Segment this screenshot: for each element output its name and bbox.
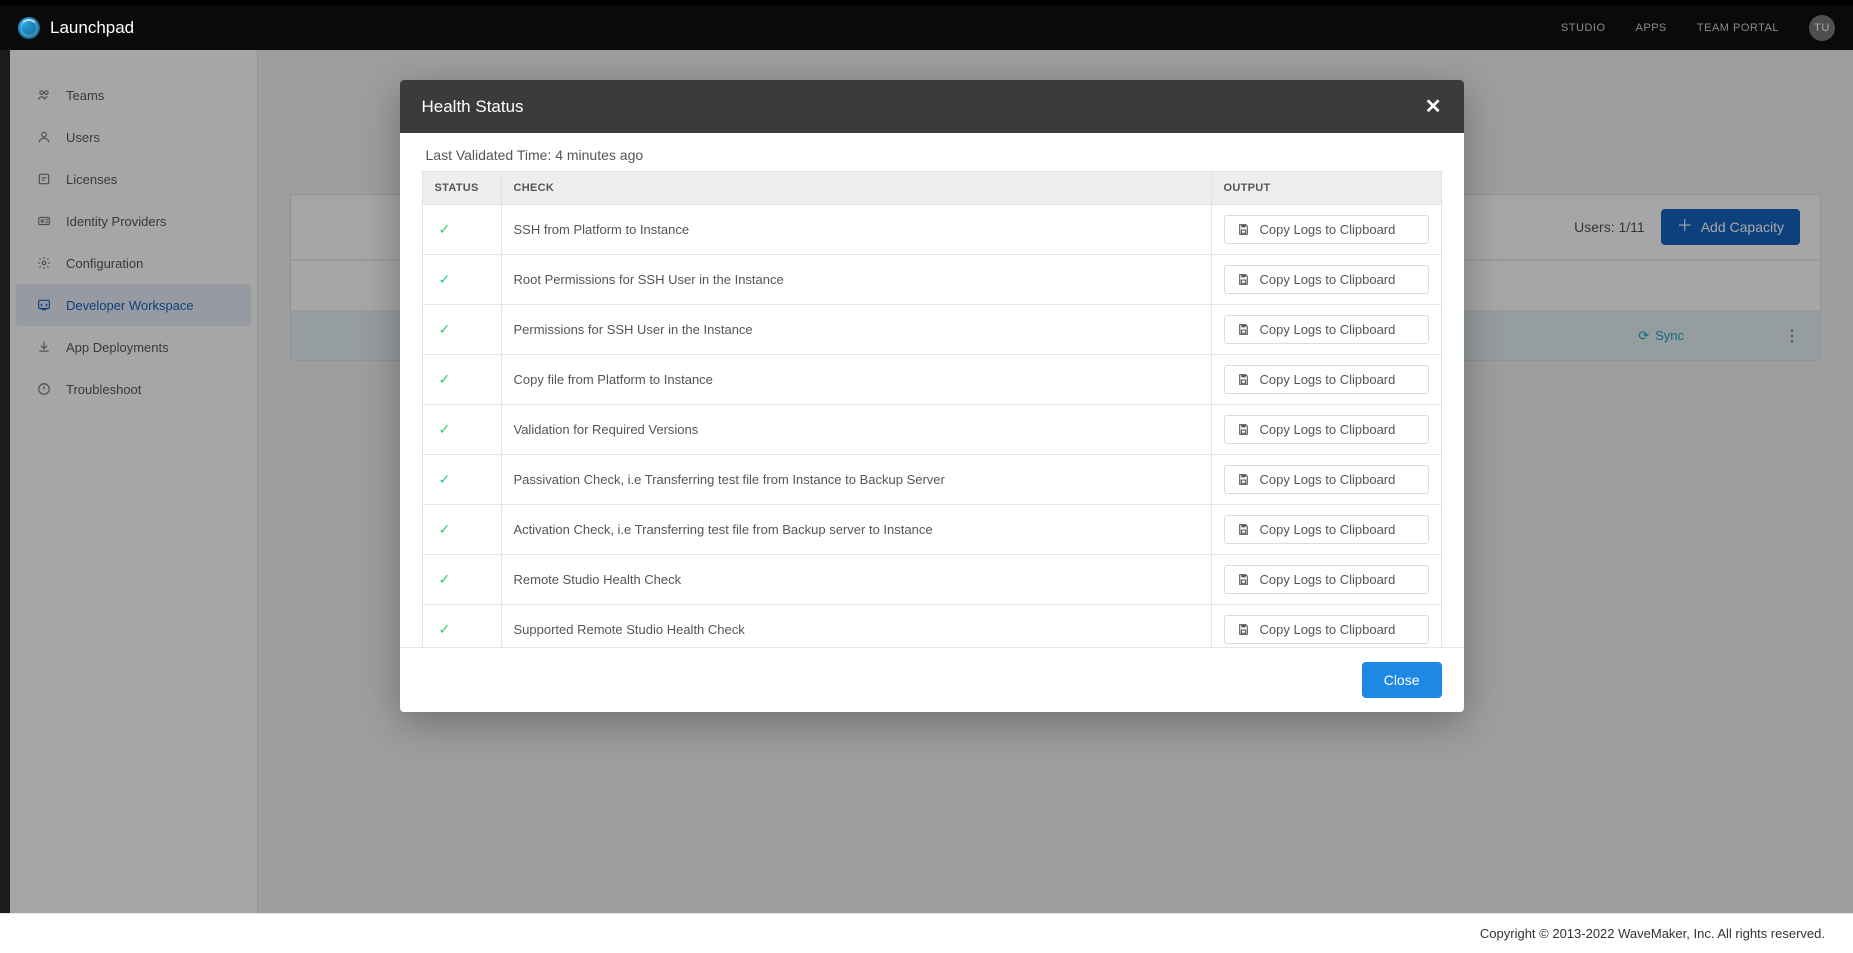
status-cell: ✓ [422,455,502,505]
copy-logs-button[interactable]: Copy Logs to Clipboard [1224,465,1429,494]
copy-logs-button[interactable]: Copy Logs to Clipboard [1224,415,1429,444]
brand-label: Launchpad [50,18,134,38]
topbar-link-apps[interactable]: APPS [1636,22,1667,34]
save-icon [1237,623,1250,636]
check-ok-icon: ✓ [439,621,451,637]
copy-logs-label: Copy Logs to Clipboard [1260,522,1396,537]
check-cell: Validation for Required Versions [502,405,1212,455]
modal-title: Health Status [422,97,1425,117]
modal-overlay[interactable]: Health Status ✕ Last Validated Time: 4 m… [10,50,1853,913]
output-cell: Copy Logs to Clipboard [1212,355,1442,405]
check-ok-icon: ✓ [439,371,451,387]
copyright: Copyright © 2013-2022 WaveMaker, Inc. Al… [1480,926,1825,941]
check-ok-icon: ✓ [439,521,451,537]
save-icon [1237,273,1250,286]
output-cell: Copy Logs to Clipboard [1212,255,1442,305]
status-cell: ✓ [422,305,502,355]
copy-logs-button[interactable]: Copy Logs to Clipboard [1224,315,1429,344]
copy-logs-label: Copy Logs to Clipboard [1260,372,1396,387]
copy-logs-label: Copy Logs to Clipboard [1260,472,1396,487]
table-row: ✓ Copy file from Platform to Instance Copy… [422,355,1442,405]
left-gutter [0,50,10,913]
save-icon [1237,473,1250,486]
status-cell: ✓ [422,205,502,255]
check-cell: Supported Remote Studio Health Check [502,605,1212,647]
table-row: ✓ Activation Check, i.e Transferring test… [422,505,1442,555]
output-cell: Copy Logs to Clipboard [1212,555,1442,605]
status-cell: ✓ [422,605,502,647]
check-ok-icon: ✓ [439,221,451,237]
close-icon[interactable]: ✕ [1425,94,1442,119]
output-cell: Copy Logs to Clipboard [1212,305,1442,355]
copy-logs-button[interactable]: Copy Logs to Clipboard [1224,515,1429,544]
status-cell: ✓ [422,255,502,305]
table-row: ✓ Permissions for SSH User in the Instanc… [422,305,1442,355]
topbar-link-studio[interactable]: STUDIO [1561,22,1606,34]
col-output: OUTPUT [1212,171,1442,205]
check-ok-icon: ✓ [439,271,451,287]
copy-logs-button[interactable]: Copy Logs to Clipboard [1224,615,1429,644]
check-cell: SSH from Platform to Instance [502,205,1212,255]
modal-header: Health Status ✕ [400,80,1464,133]
topbar: Launchpad STUDIO APPS TEAM PORTAL TU [0,5,1853,50]
check-cell: Activation Check, i.e Transferring test … [502,505,1212,555]
copy-logs-button[interactable]: Copy Logs to Clipboard [1224,215,1429,244]
copy-logs-button[interactable]: Copy Logs to Clipboard [1224,265,1429,294]
status-cell: ✓ [422,555,502,605]
col-status: STATUS [422,171,502,205]
check-cell: Root Permissions for SSH User in the Ins… [502,255,1212,305]
health-status-modal: Health Status ✕ Last Validated Time: 4 m… [400,80,1464,712]
copy-logs-button[interactable]: Copy Logs to Clipboard [1224,365,1429,394]
topbar-links: STUDIO APPS TEAM PORTAL TU [1561,15,1835,41]
output-cell: Copy Logs to Clipboard [1212,455,1442,505]
output-cell: Copy Logs to Clipboard [1212,605,1442,647]
save-icon [1237,523,1250,536]
save-icon [1237,423,1250,436]
last-validated-time: Last Validated Time: 4 minutes ago [400,133,1464,171]
close-button[interactable]: Close [1362,662,1442,698]
health-table: STATUS CHECK OUTPUT ✓ SSH from Platform t… [422,171,1442,647]
table-row: ✓ Root Permissions for SSH User in the In… [422,255,1442,305]
check-cell: Passivation Check, i.e Transferring test… [502,455,1212,505]
check-cell: Remote Studio Health Check [502,555,1212,605]
copy-logs-button[interactable]: Copy Logs to Clipboard [1224,565,1429,594]
check-cell: Copy file from Platform to Instance [502,355,1212,405]
footer: Copyright © 2013-2022 WaveMaker, Inc. Al… [0,913,1853,953]
brand[interactable]: Launchpad [18,17,134,39]
save-icon [1237,373,1250,386]
output-cell: Copy Logs to Clipboard [1212,505,1442,555]
status-cell: ✓ [422,355,502,405]
output-cell: Copy Logs to Clipboard [1212,405,1442,455]
output-cell: Copy Logs to Clipboard [1212,205,1442,255]
save-icon [1237,323,1250,336]
table-row: ✓ Passivation Check, i.e Transferring tes… [422,455,1442,505]
avatar[interactable]: TU [1809,15,1835,41]
table-row: ✓ Remote Studio Health Check Copy Logs to … [422,555,1442,605]
table-row: ✓ Supported Remote Studio Health Check Cop… [422,605,1442,647]
copy-logs-label: Copy Logs to Clipboard [1260,272,1396,287]
save-icon [1237,573,1250,586]
check-ok-icon: ✓ [439,471,451,487]
copy-logs-label: Copy Logs to Clipboard [1260,572,1396,587]
topbar-link-team-portal[interactable]: TEAM PORTAL [1697,22,1779,34]
status-cell: ✓ [422,505,502,555]
copy-logs-label: Copy Logs to Clipboard [1260,622,1396,637]
table-row: ✓ SSH from Platform to Instance Copy Logs … [422,205,1442,255]
check-ok-icon: ✓ [439,321,451,337]
copy-logs-label: Copy Logs to Clipboard [1260,322,1396,337]
status-cell: ✓ [422,405,502,455]
col-check: CHECK [502,171,1212,205]
brand-icon [18,17,40,39]
check-ok-icon: ✓ [439,571,451,587]
copy-logs-label: Copy Logs to Clipboard [1260,222,1396,237]
check-ok-icon: ✓ [439,421,451,437]
check-cell: Permissions for SSH User in the Instance [502,305,1212,355]
table-row: ✓ Validation for Required Versions Copy Lo… [422,405,1442,455]
save-icon [1237,223,1250,236]
copy-logs-label: Copy Logs to Clipboard [1260,422,1396,437]
